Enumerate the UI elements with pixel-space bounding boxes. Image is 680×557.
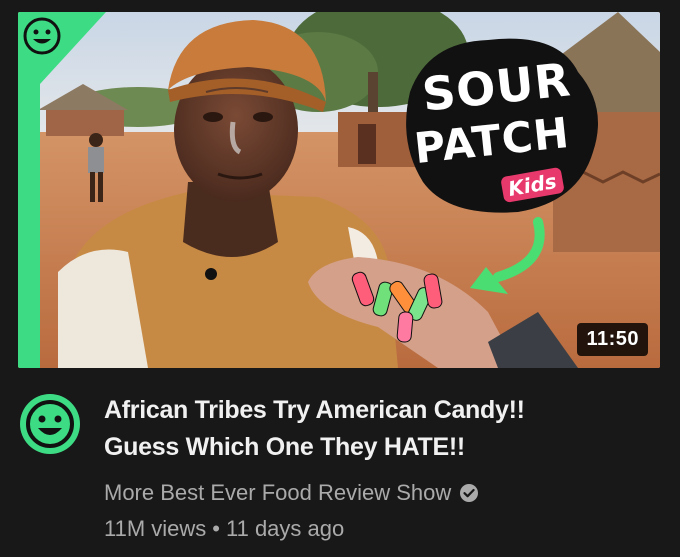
- channel-avatar[interactable]: [18, 392, 82, 456]
- smiley-face-icon: [23, 17, 61, 55]
- channel-name[interactable]: More Best Ever Food Review Show: [104, 480, 451, 506]
- view-count: 11M views: [104, 516, 207, 541]
- channel-name-row[interactable]: More Best Ever Food Review Show: [104, 480, 479, 506]
- video-title-line1: African Tribes Try American Candy!!: [104, 396, 525, 424]
- video-duration-badge: 11:50: [577, 323, 648, 356]
- video-title[interactable]: African Tribes Try American Candy!! Gues…: [104, 392, 644, 466]
- video-thumbnail[interactable]: SOUR PATCH Kids 11:50: [18, 12, 660, 368]
- upload-age: 11 days ago: [226, 516, 345, 541]
- check-circle-icon: [460, 484, 479, 502]
- video-stats: 11M views • 11 days ago: [104, 516, 344, 542]
- meta-separator: •: [212, 516, 220, 541]
- video-card[interactable]: SOUR PATCH Kids 11:50 African Tribes Try…: [0, 0, 680, 557]
- video-title-line2: Guess Which One They HATE!!: [104, 433, 465, 461]
